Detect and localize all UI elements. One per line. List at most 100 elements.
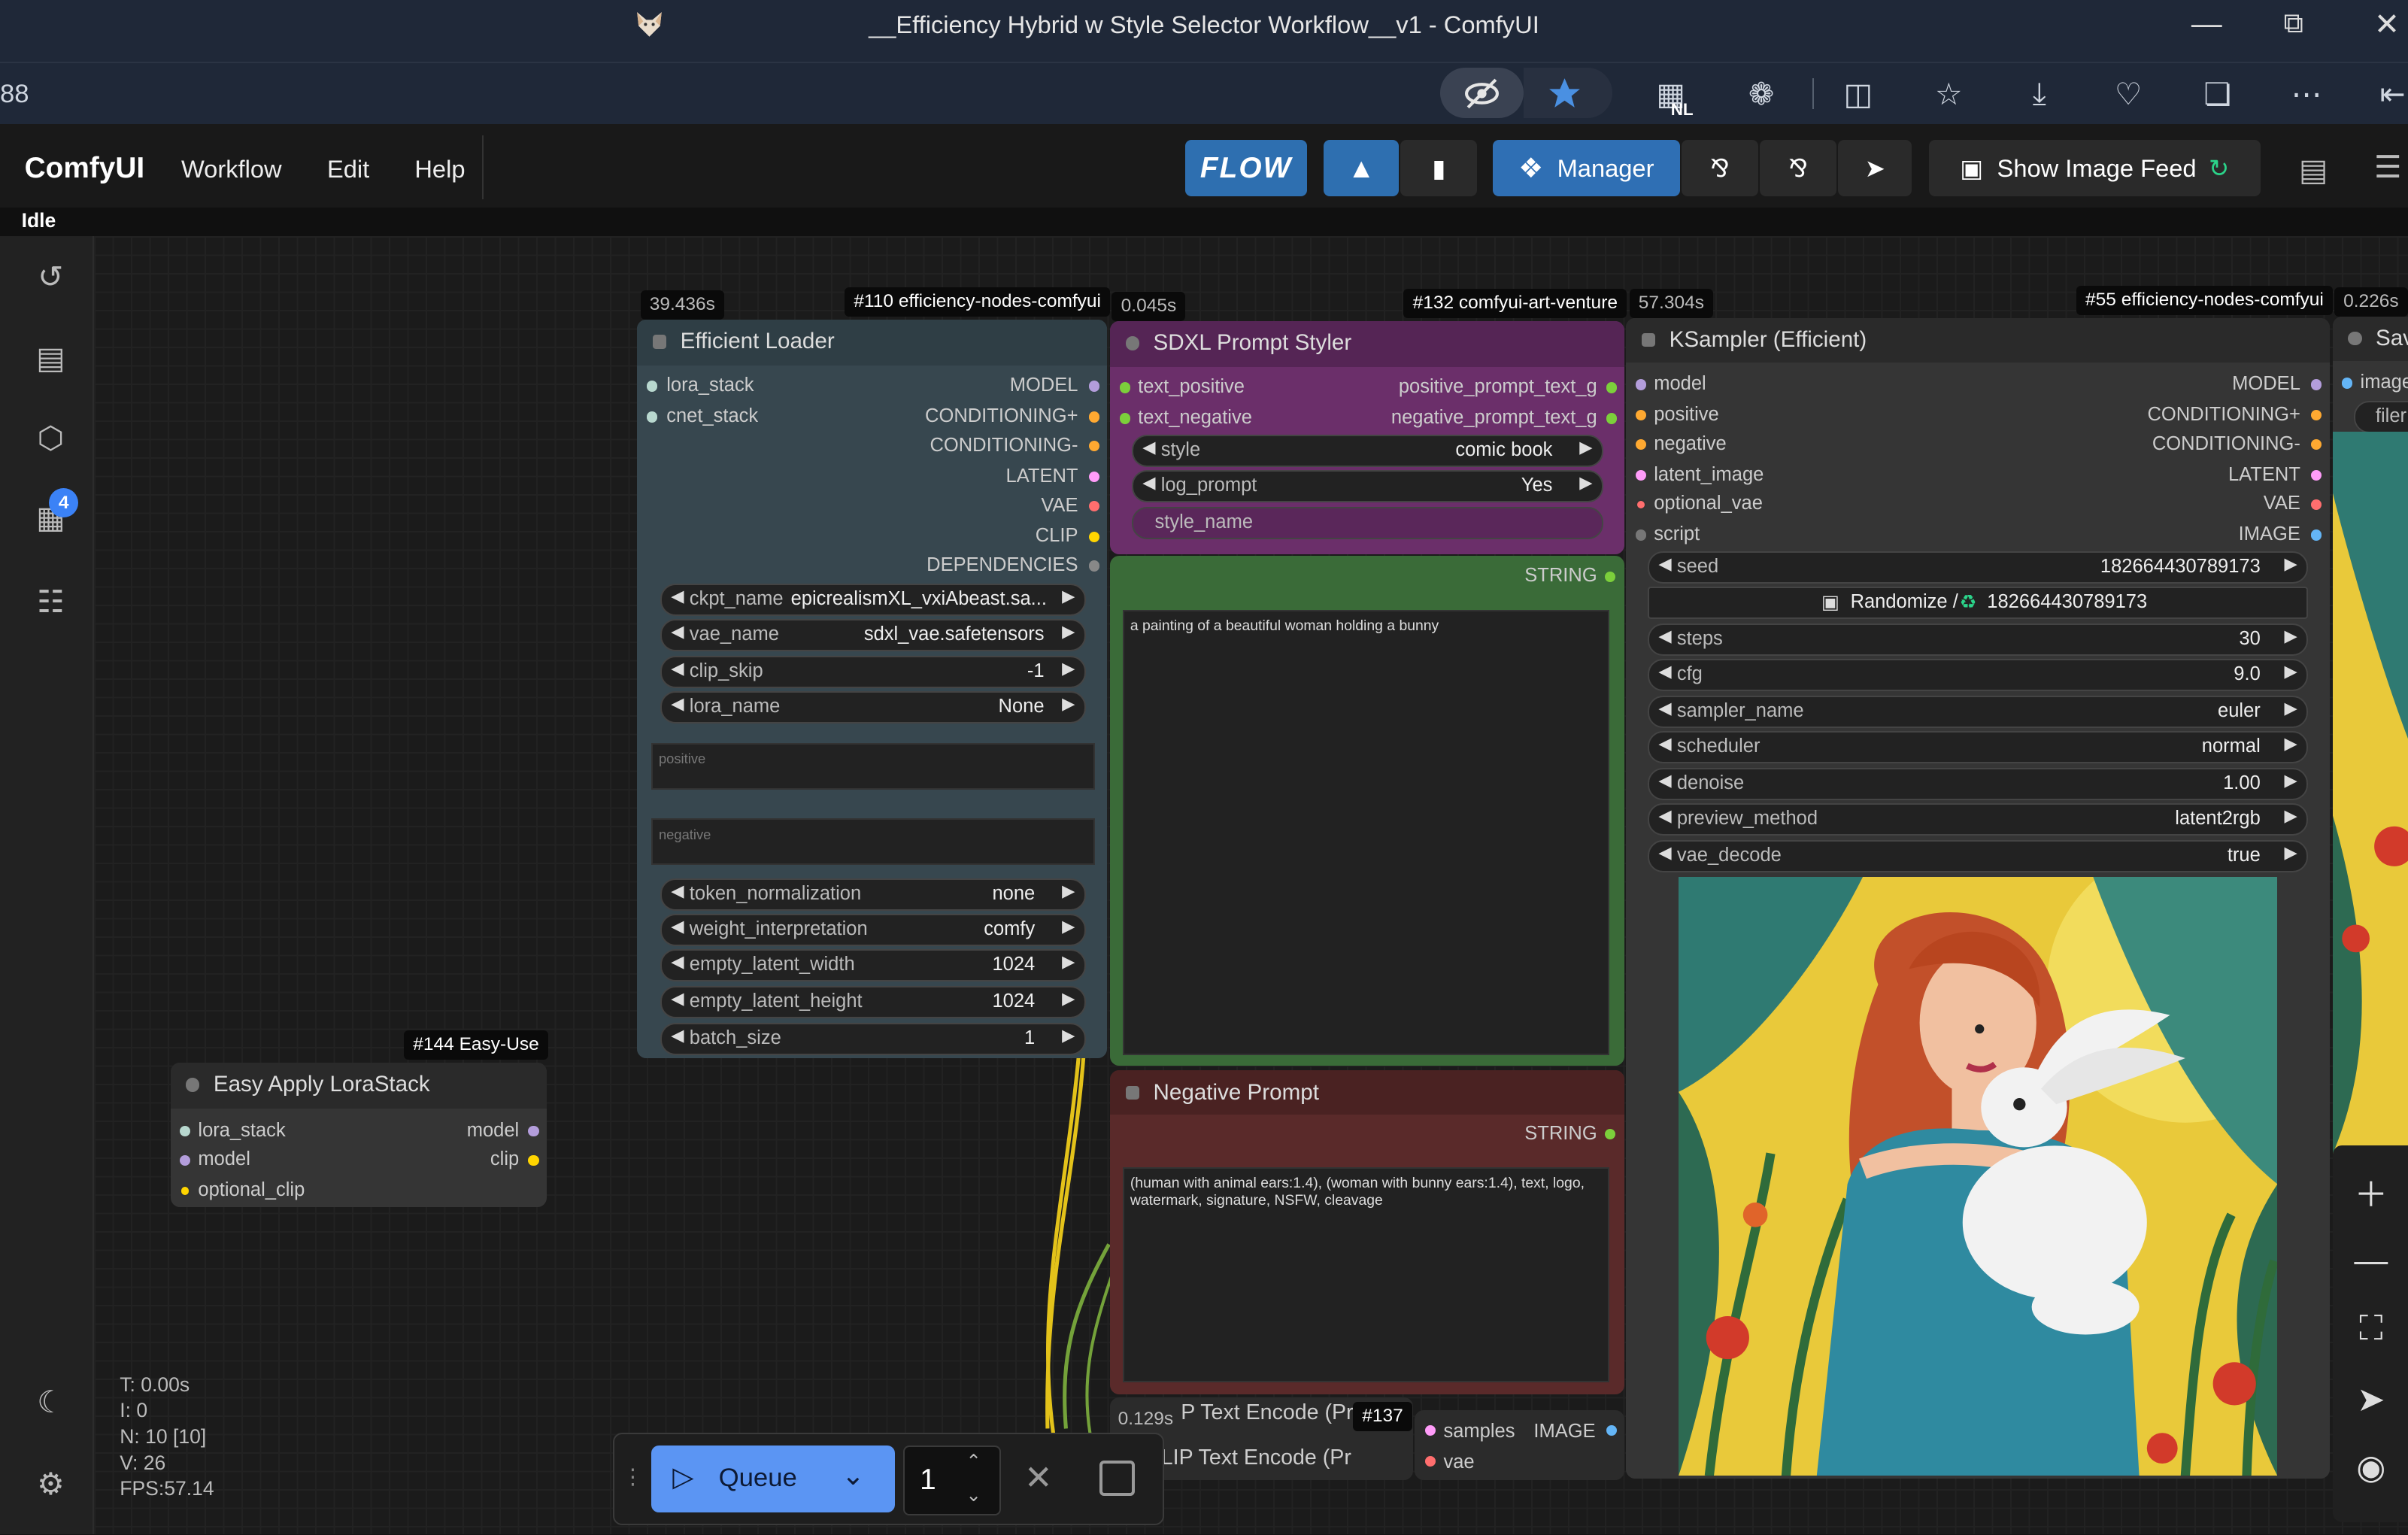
saved-image-thumbnail[interactable] [2332, 431, 2408, 1154]
bookmark-button[interactable]: ▮ [1400, 139, 1478, 197]
port-dot[interactable] [1635, 469, 1646, 481]
widget-seed[interactable]: ◀ seed 182664430789173 ▶ [1648, 551, 2309, 584]
drag-handle-icon[interactable]: ⋮ [622, 1464, 644, 1490]
port-dot[interactable] [1606, 413, 1618, 424]
widget-empty-latent-height[interactable]: ◀ empty_latent_height 1024 ▶ [660, 985, 1086, 1018]
decrement-icon[interactable]: ⌄ [966, 1484, 981, 1506]
collapse-dot[interactable] [2348, 332, 2362, 346]
widget-empty-latent-width[interactable]: ◀ empty_latent_width 1024 ▶ [660, 948, 1086, 981]
tool-button-1[interactable]: ⅋ [1681, 139, 1759, 197]
crystools-button[interactable]: ▲ [1324, 139, 1400, 197]
port-dot[interactable] [1119, 382, 1130, 393]
collapse-dot[interactable] [1641, 333, 1656, 347]
comfy-logo[interactable]: ComfyUI [25, 152, 144, 185]
split-screen-icon[interactable]: ◫ [1839, 75, 1876, 112]
widget-ckpt-name[interactable]: ◀ ckpt_name epicrealismXL_vxiAbeast.sa... ▶ [660, 583, 1086, 616]
widget-sampler-name[interactable]: ◀ sampler_name euler ▶ [1648, 696, 2309, 728]
port-dot[interactable] [528, 1125, 539, 1137]
batch-count-value[interactable]: 1 [920, 1464, 936, 1497]
panel-icon[interactable]: ▤ [2299, 152, 2328, 188]
menu-edit[interactable]: Edit [327, 155, 369, 184]
collapse-dot[interactable] [186, 1078, 200, 1092]
widget-weight-interpretation[interactable]: ◀ weight_interpretation comfy ▶ [660, 913, 1086, 946]
collapse-dot[interactable] [652, 335, 667, 349]
widget-filename-prefix[interactable]: filer [2354, 400, 2408, 433]
hamburger-icon[interactable]: ☰ [2374, 149, 2402, 185]
port-dot[interactable] [1088, 381, 1100, 392]
stop-icon[interactable] [1099, 1460, 1135, 1496]
moon-icon[interactable]: ☾ [31, 1382, 71, 1422]
widget-batch-size[interactable]: ◀ batch_size 1 ▶ [660, 1022, 1086, 1055]
star-filled-icon[interactable] [1546, 75, 1583, 112]
address-bar[interactable]: 88 [0, 80, 29, 109]
widget-token-normalization[interactable]: ◀ token_normalization none ▶ [660, 878, 1086, 911]
history-icon[interactable]: ↺ [31, 256, 71, 296]
settings-icon[interactable]: ⚙ [31, 1464, 71, 1503]
minimize-icon[interactable]: — [2191, 6, 2222, 41]
browser-essentials-icon[interactable]: ♡ [2110, 75, 2147, 112]
favorites-icon[interactable]: ☆ [1930, 75, 1967, 112]
close-icon[interactable]: ✕ [2374, 6, 2400, 42]
port-dot[interactable] [2342, 378, 2353, 389]
widget-steps[interactable]: ◀ steps 30 ▶ [1648, 623, 2309, 656]
screenshot-icon[interactable]: ❏ [2199, 75, 2236, 112]
widget-style-name[interactable]: style_name [1131, 506, 1603, 539]
widget-clip-skip[interactable]: ◀ clip_skip -1 ▶ [660, 655, 1086, 688]
widget-log-prompt[interactable]: ◀ log_prompt Yes ▶ [1131, 469, 1603, 502]
port-dot[interactable] [179, 1154, 191, 1166]
positive-textarea[interactable]: positive [651, 743, 1095, 790]
node-title-bar[interactable]: Efficient Loader [637, 319, 1108, 366]
collapse-dot[interactable] [1125, 1085, 1140, 1100]
zoom-in-icon[interactable]: ＋ [2352, 1173, 2389, 1214]
efficient-loader-node[interactable]: Efficient Loader [637, 319, 1108, 1058]
menu-help[interactable]: Help [414, 155, 465, 184]
port-dot[interactable] [2311, 379, 2322, 390]
document-icon[interactable]: ▤ [31, 338, 71, 378]
flow-button[interactable]: FLOW [1185, 139, 1307, 197]
collapse-dot[interactable] [1125, 336, 1140, 350]
widget-lora-name[interactable]: ◀ lora_name None ▶ [660, 690, 1086, 724]
port-dot[interactable] [1606, 382, 1618, 393]
widget-style[interactable]: ◀ style comic book ▶ [1131, 434, 1603, 467]
port-dot[interactable] [646, 381, 657, 392]
port-dot[interactable] [1119, 413, 1130, 424]
cube-icon[interactable]: ⬡ [31, 417, 71, 457]
tool-button-2[interactable]: ⅋ [1760, 139, 1837, 197]
negative-textarea[interactable]: negative [651, 818, 1095, 865]
show-image-feed-button[interactable]: ▣ Show Image Feed ↻ [1928, 139, 2261, 197]
sidebar-toggle-icon[interactable]: ⇤ [2374, 75, 2408, 112]
port-dot[interactable] [646, 411, 657, 423]
cancel-icon[interactable]: ✕ [1024, 1458, 1053, 1497]
zoom-out-icon[interactable]: — [2352, 1241, 2389, 1279]
randomize-button[interactable]: ▣ Randomize / ♻ 182664430789173 [1648, 587, 2309, 619]
port-dot[interactable] [528, 1154, 539, 1166]
fit-view-icon[interactable]: ⛶ [2352, 1309, 2389, 1347]
eye-icon[interactable]: ◉ [2352, 1448, 2389, 1486]
widget-denoise[interactable]: ◀ denoise 1.00 ▶ [1648, 768, 2309, 800]
port-dot[interactable] [1635, 499, 1646, 510]
positive-prompt-textarea[interactable]: a painting of a beautiful woman holding … [1122, 609, 1609, 1055]
widget-cfg[interactable]: ◀ cfg 9.0 ▶ [1648, 659, 2309, 691]
generated-image-preview[interactable] [1678, 876, 2278, 1476]
port-dot[interactable] [1088, 560, 1100, 572]
more-icon[interactable]: ⋯ [2288, 75, 2325, 112]
download-icon[interactable]: ⤓ [2021, 75, 2058, 112]
menu-workflow[interactable]: Workflow [181, 155, 282, 184]
node-title-bar[interactable]: Negative Prompt [1110, 1070, 1625, 1115]
port-dot[interactable] [1635, 379, 1646, 390]
restore-icon[interactable]: ⧉ [2283, 8, 2303, 40]
queue-button[interactable]: ▷ Queue ⌄ [651, 1445, 896, 1513]
share-button[interactable]: ➤ [1838, 139, 1912, 197]
workflow-icon[interactable]: ☷ [31, 582, 71, 622]
select-mode-icon[interactable]: ➤ [2352, 1380, 2389, 1418]
increment-icon[interactable]: ⌃ [966, 1450, 981, 1473]
batch-count-stepper[interactable]: 1 ⌃ ⌄ [902, 1445, 1002, 1516]
widget-preview-method[interactable]: ◀ preview_method latent2rgb ▶ [1648, 802, 2309, 836]
extensions-icon[interactable]: ❁ [1743, 75, 1780, 112]
eye-off-icon[interactable] [1463, 77, 1500, 111]
node-title-bar[interactable]: Sav [2332, 316, 2408, 361]
widget-vae-name[interactable]: ◀ vae_name sdxl_vae.safetensors ▶ [660, 618, 1086, 651]
port-dot[interactable] [1604, 571, 1616, 582]
manager-button[interactable]: ❖ Manager [1492, 139, 1680, 197]
negative-prompt-textarea[interactable]: (human with animal ears:1.4), (woman wit… [1122, 1166, 1609, 1382]
